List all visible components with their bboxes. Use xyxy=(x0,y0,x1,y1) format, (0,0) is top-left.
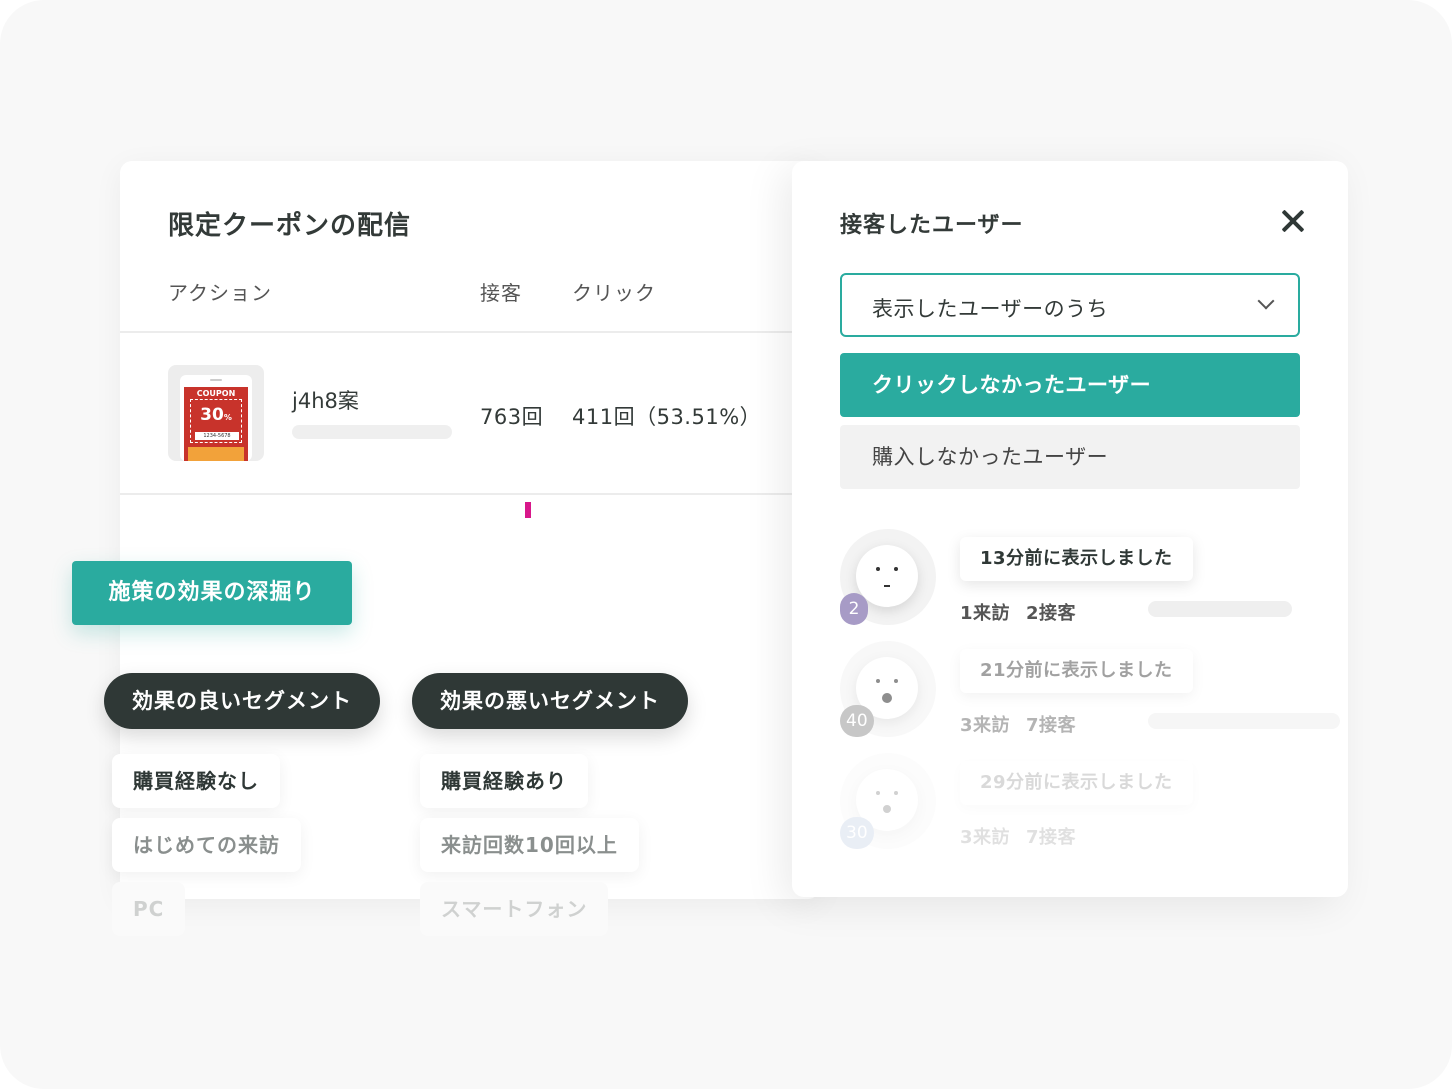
variant-name[interactable]: j4h8案 xyxy=(292,385,359,415)
close-icon[interactable] xyxy=(1276,205,1308,237)
user-stats: 3来訪 7接客 xyxy=(960,715,1077,736)
served-count: 763回 xyxy=(480,405,544,429)
option-not-clicked[interactable]: クリックしなかったユーザー xyxy=(840,353,1300,417)
column-header-served: 接客 xyxy=(480,281,522,305)
text-cursor xyxy=(525,502,531,518)
viewed-bubble: 21分前に表示しました xyxy=(960,649,1193,693)
viewed-bubble: 29分前に表示しました xyxy=(960,761,1193,805)
segment-chip[interactable]: 購買経験なし xyxy=(112,754,280,808)
select-value: 表示したユーザーのうち xyxy=(872,297,1109,321)
column-header-action: アクション xyxy=(168,281,272,305)
feature-tag: 施策の効果の深掘り xyxy=(72,561,352,625)
coupon-image: COUPON 30% 1234-5678 xyxy=(184,387,248,461)
user-stats: 3来訪 7接客 xyxy=(960,827,1077,848)
viewed-bubble: 13分前に表示しました xyxy=(960,537,1193,581)
face-icon xyxy=(856,545,918,607)
phone-mockup: COUPON 30% 1234-5678 xyxy=(180,375,252,461)
user-row[interactable]: 40 21分前に表示しました 3来訪 7接客 xyxy=(840,641,1340,751)
bad-segment-pill[interactable]: 効果の悪いセグメント xyxy=(412,673,688,729)
divider xyxy=(120,331,792,333)
divider xyxy=(120,493,792,495)
served-users-panel: 接客したユーザー 表示したユーザーのうち クリックしなかったユーザー 購入しなか… xyxy=(792,161,1348,897)
count-badge: 2 xyxy=(840,593,868,625)
segment-chip[interactable]: 購買経験あり xyxy=(420,754,588,808)
user-stats: 1来訪 2接客 xyxy=(960,603,1077,624)
column-header-click: クリック xyxy=(572,281,656,305)
user-filter-select[interactable]: 表示したユーザーのうち xyxy=(840,273,1300,337)
good-segment-pill[interactable]: 効果の良いセグメント xyxy=(104,673,380,729)
page-title: 限定クーポンの配信 xyxy=(168,211,412,241)
placeholder-bar xyxy=(1148,713,1340,729)
click-count: 411回（53.51%） xyxy=(572,405,762,429)
coupon-thumbnail[interactable]: COUPON 30% 1234-5678 xyxy=(168,365,264,461)
chevron-down-icon xyxy=(1257,292,1275,310)
segment-chip[interactable]: はじめての来訪 xyxy=(112,818,301,872)
panel-title: 接客したユーザー xyxy=(840,213,1024,238)
placeholder-bar xyxy=(292,425,452,439)
user-row[interactable]: 30 29分前に表示しました 3来訪 7接客 xyxy=(840,753,1300,863)
option-not-purchased[interactable]: 購入しなかったユーザー xyxy=(840,425,1300,489)
segment-chip[interactable]: PC xyxy=(112,882,186,936)
count-badge: 40 xyxy=(840,705,874,737)
segment-chip[interactable]: スマートフォン xyxy=(420,882,609,936)
user-row[interactable]: 2 13分前に表示しました 1来訪 2接客 xyxy=(840,529,1300,639)
segment-chip[interactable]: 来訪回数10回以上 xyxy=(420,818,639,872)
placeholder-bar xyxy=(1148,601,1292,617)
count-badge: 30 xyxy=(840,817,874,849)
